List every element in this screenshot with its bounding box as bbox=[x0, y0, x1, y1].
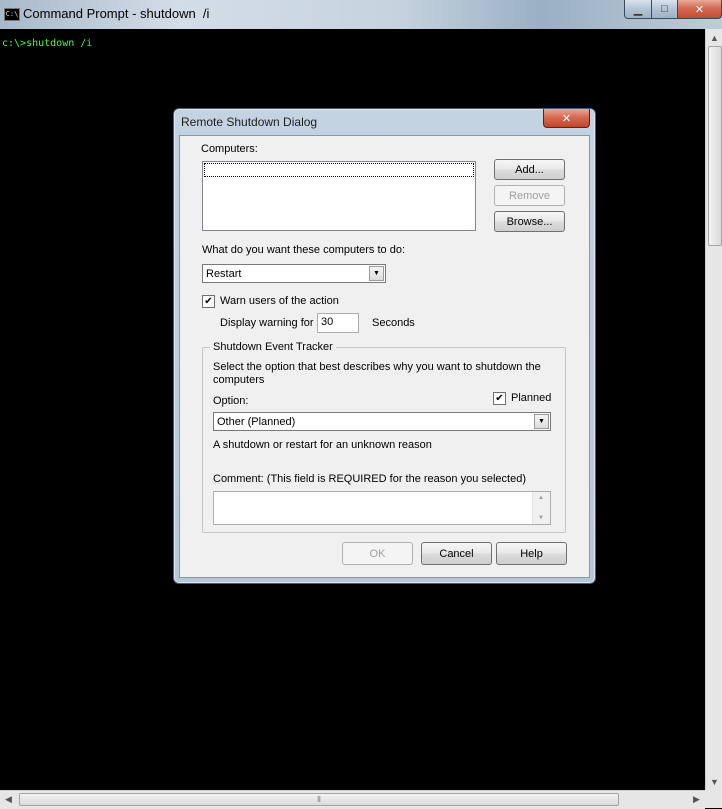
chevron-down-icon[interactable]: ▼ bbox=[534, 414, 549, 429]
dialog-title: Remote Shutdown Dialog bbox=[181, 115, 318, 129]
reason-description: A shutdown or restart for an unknown rea… bbox=[213, 439, 432, 451]
action-label: What do you want these computers to do: bbox=[202, 244, 406, 256]
comment-label: Comment: (This field is REQUIRED for the… bbox=[213, 473, 527, 485]
planned-label[interactable]: Planned bbox=[511, 392, 551, 404]
console-icon: C:\ bbox=[4, 8, 20, 21]
warning-seconds-value: 30 bbox=[321, 316, 334, 328]
planned-checkbox[interactable]: ✔ bbox=[493, 392, 506, 405]
warning-seconds-input[interactable]: 30 bbox=[317, 313, 359, 333]
scroll-up-arrow-icon[interactable]: ▲ bbox=[538, 495, 544, 501]
dialog-close-button[interactable]: ✕ bbox=[543, 109, 590, 128]
help-button[interactable]: Help bbox=[496, 542, 567, 565]
console-command-line: c:\>shutdown /i bbox=[2, 38, 93, 49]
computers-label: Computers: bbox=[201, 143, 258, 155]
remote-shutdown-dialog: Remote Shutdown Dialog ✕ Computers: Add.… bbox=[173, 108, 596, 584]
dialog-body: Computers: Add... Remove Browse... What … bbox=[179, 135, 590, 578]
browse-button[interactable]: Browse... bbox=[494, 211, 565, 232]
maximize-button[interactable]: □ bbox=[652, 0, 678, 19]
shutdown-event-tracker-legend: Shutdown Event Tracker bbox=[210, 341, 336, 353]
horizontal-scrollbar[interactable]: ◀ ⦀ ▶ bbox=[0, 790, 705, 809]
grip-icon: ⦀ bbox=[317, 794, 321, 804]
size-grip[interactable] bbox=[705, 790, 722, 808]
caption-buttons: ▁ □ ✕ bbox=[624, 0, 722, 19]
remove-button[interactable]: Remove bbox=[494, 185, 565, 206]
scroll-left-arrow-icon[interactable]: ◀ bbox=[0, 791, 17, 808]
seconds-label: Seconds bbox=[372, 317, 415, 329]
minimize-button[interactable]: ▁ bbox=[624, 0, 652, 19]
warn-users-checkbox[interactable]: ✔ bbox=[202, 295, 215, 308]
add-button[interactable]: Add... bbox=[494, 159, 565, 180]
scroll-down-arrow-icon[interactable]: ▼ bbox=[706, 773, 722, 790]
list-focus-row bbox=[204, 163, 474, 177]
maximize-icon: □ bbox=[661, 3, 668, 15]
cancel-button[interactable]: Cancel bbox=[421, 542, 492, 565]
computers-list[interactable] bbox=[202, 161, 476, 231]
scroll-down-arrow-icon[interactable]: ▼ bbox=[538, 515, 544, 521]
minimize-icon: ▁ bbox=[633, 3, 643, 16]
option-label: Option: bbox=[213, 395, 249, 407]
scroll-up-arrow-icon[interactable]: ▲ bbox=[706, 29, 722, 46]
comment-scrollbar[interactable]: ▲ ▼ bbox=[532, 492, 550, 524]
close-icon: ✕ bbox=[694, 3, 705, 16]
vertical-scrollbar[interactable]: ▲ ▼ bbox=[705, 29, 722, 790]
action-select[interactable]: Restart ▼ bbox=[202, 264, 386, 283]
comment-textarea[interactable]: ▲ ▼ bbox=[213, 491, 551, 525]
ok-button[interactable]: OK bbox=[342, 542, 413, 565]
window-title: Command Prompt - shutdown /i bbox=[23, 6, 210, 21]
scroll-right-arrow-icon[interactable]: ▶ bbox=[688, 791, 705, 808]
action-selected-value: Restart bbox=[206, 268, 242, 280]
option-selected-value: Other (Planned) bbox=[217, 416, 296, 428]
vertical-scroll-thumb[interactable] bbox=[708, 46, 722, 246]
close-button[interactable]: ✕ bbox=[678, 0, 722, 19]
warn-users-label[interactable]: Warn users of the action bbox=[220, 295, 339, 307]
window-titlebar[interactable]: C:\ Command Prompt - shutdown /i ▁ □ ✕ bbox=[0, 0, 722, 29]
display-warning-label: Display warning for bbox=[220, 317, 314, 329]
horizontal-scroll-thumb[interactable]: ⦀ bbox=[19, 793, 619, 806]
chevron-down-icon[interactable]: ▼ bbox=[369, 266, 384, 281]
tracker-description: Select the option that best describes wh… bbox=[213, 361, 541, 386]
option-select[interactable]: Other (Planned) ▼ bbox=[213, 412, 551, 431]
close-icon: ✕ bbox=[561, 112, 572, 125]
